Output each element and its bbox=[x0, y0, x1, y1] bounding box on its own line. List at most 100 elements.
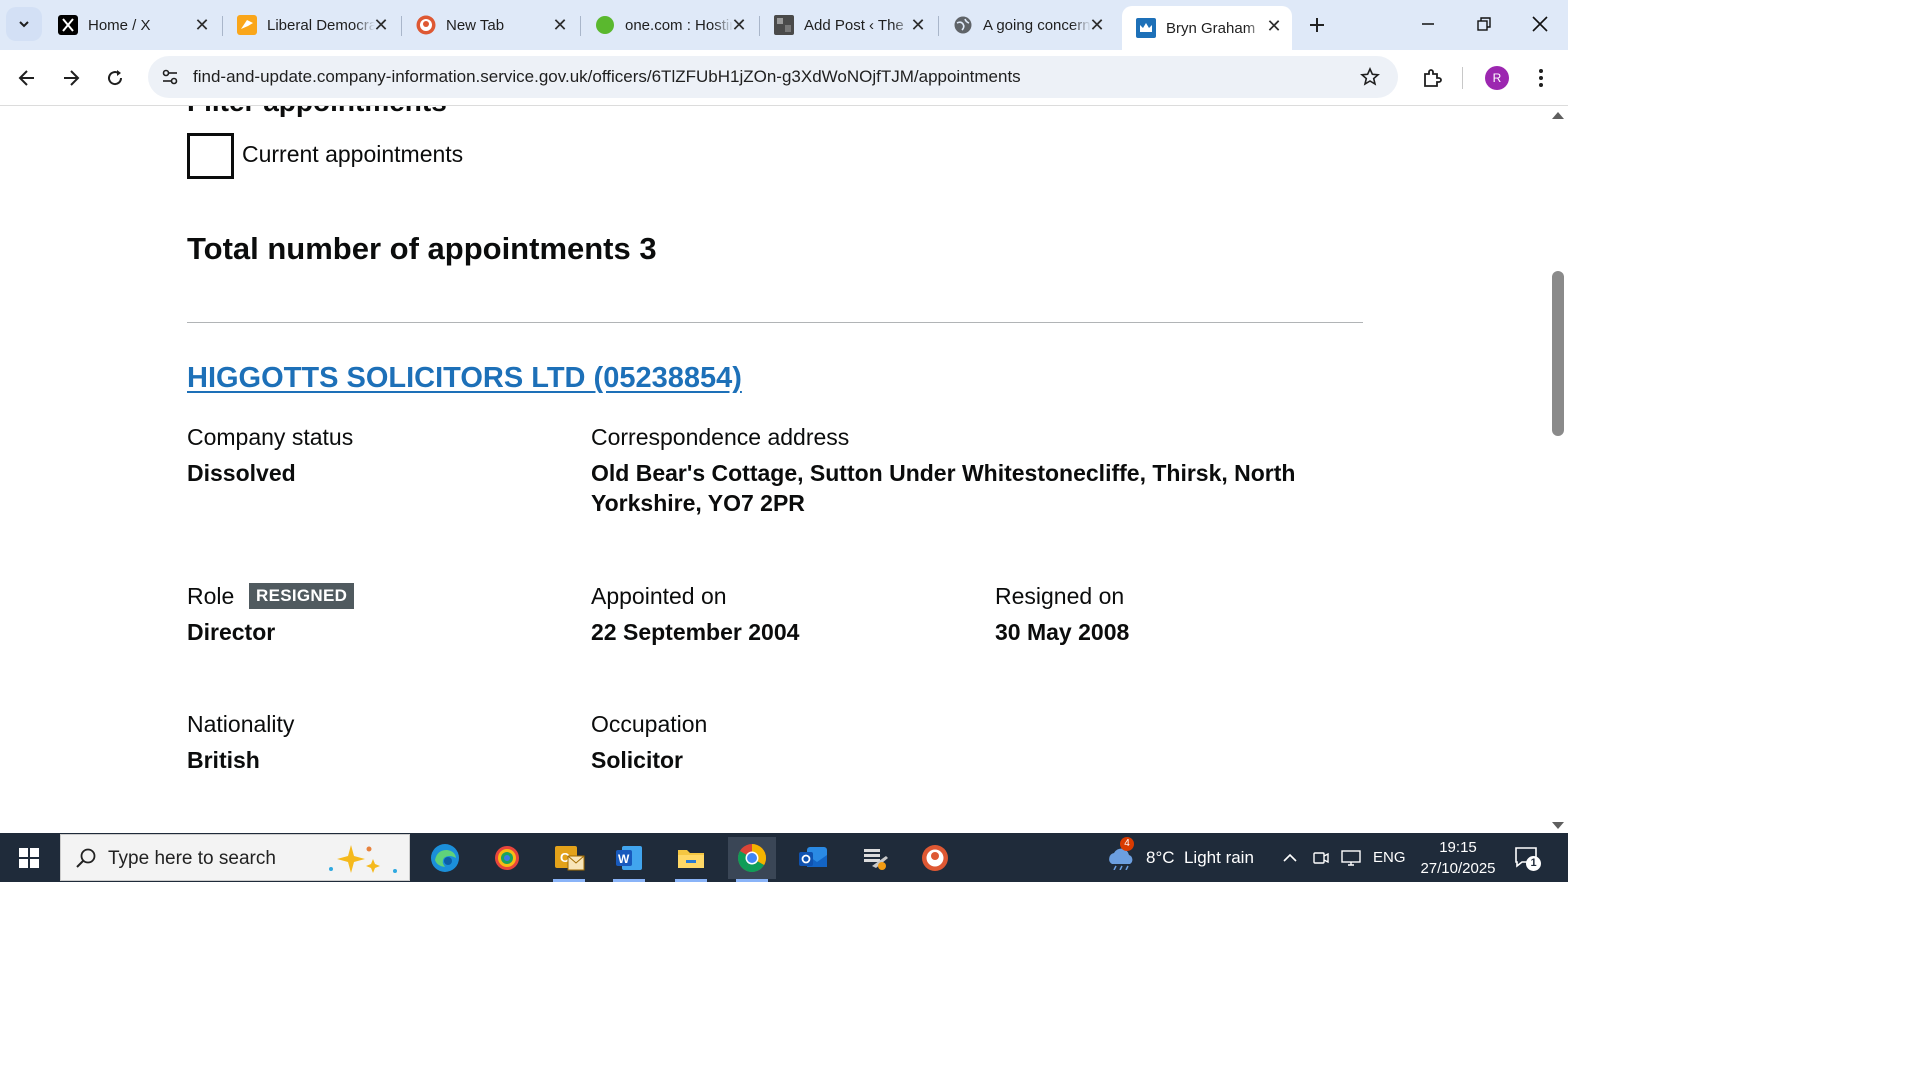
company-status-value: Dissolved bbox=[187, 460, 296, 486]
show-hidden-icons-button[interactable] bbox=[1281, 833, 1299, 882]
running-indicator bbox=[613, 879, 645, 882]
copilot-sparkle-icon bbox=[329, 845, 397, 873]
chrome-icon bbox=[738, 844, 766, 872]
taskbar-file-explorer[interactable] bbox=[667, 837, 715, 882]
status-badge: RESIGNED bbox=[249, 583, 355, 609]
close-tab-icon[interactable]: ✕ bbox=[731, 15, 747, 35]
section-divider bbox=[187, 322, 1363, 323]
tab-one-com[interactable]: one.com : Hosting ✕ bbox=[581, 8, 757, 42]
more-vertical-icon bbox=[1539, 69, 1543, 87]
duckduckgo-icon bbox=[416, 15, 436, 35]
running-indicator bbox=[675, 879, 707, 882]
plus-icon bbox=[1310, 18, 1324, 32]
taskbar-flight-app[interactable] bbox=[850, 837, 898, 879]
minimize-icon bbox=[1422, 23, 1434, 25]
close-tab-icon[interactable]: ✕ bbox=[373, 15, 389, 35]
current-appointments-checkbox[interactable] bbox=[187, 133, 234, 179]
start-button[interactable] bbox=[0, 833, 58, 882]
taskbar-word[interactable]: W bbox=[605, 837, 653, 882]
tab-liberal-democrats[interactable]: Liberal Democrats ✕ bbox=[223, 8, 399, 42]
scrollbar-thumb[interactable] bbox=[1552, 271, 1564, 436]
profile-button[interactable]: R bbox=[1480, 61, 1514, 95]
bookmark-star-icon[interactable] bbox=[1358, 65, 1382, 89]
tab-title: Add Post ‹ The bbox=[804, 16, 904, 34]
tab-title: A going concern bbox=[983, 16, 1091, 34]
resigned-on-value: 30 May 2008 bbox=[995, 619, 1130, 645]
tab-new-tab[interactable]: New Tab ✕ bbox=[402, 8, 578, 42]
globe-icon bbox=[953, 15, 973, 35]
green-dot-icon bbox=[595, 15, 615, 35]
back-button[interactable] bbox=[9, 60, 45, 96]
close-tab-icon[interactable]: ✕ bbox=[194, 15, 210, 35]
resigned-on-label: Resigned on bbox=[995, 583, 1125, 609]
reload-icon bbox=[108, 70, 123, 86]
tab-home-x[interactable]: Home / X ✕ bbox=[44, 8, 220, 42]
chevron-up-icon bbox=[1283, 853, 1297, 862]
menu-button[interactable] bbox=[1524, 61, 1558, 95]
chevron-down-icon bbox=[19, 21, 29, 28]
address-bar[interactable]: find-and-update.company-information.serv… bbox=[148, 56, 1398, 98]
tab-search-button[interactable] bbox=[6, 7, 42, 41]
url-text[interactable]: find-and-update.company-information.serv… bbox=[193, 67, 1021, 87]
tab-going-concern[interactable]: A going concern ✕ bbox=[939, 8, 1115, 42]
company-link[interactable]: HIGGOTTS SOLICITORS LTD (05238854) bbox=[187, 362, 742, 395]
language-indicator[interactable]: ENG bbox=[1373, 833, 1406, 882]
weather-text: 8°C Light rain bbox=[1146, 847, 1254, 867]
role-label: Role bbox=[187, 583, 235, 609]
taskbar-duckduckgo[interactable] bbox=[911, 837, 959, 879]
taskbar-outlook-classic[interactable]: O bbox=[545, 837, 593, 882]
current-appointments-label[interactable]: Current appointments bbox=[242, 141, 463, 168]
windows-logo-icon bbox=[19, 847, 39, 868]
minimize-button[interactable] bbox=[1400, 0, 1456, 48]
taskbar-search-box[interactable]: Type here to search bbox=[60, 834, 410, 881]
scroll-down-arrow-icon[interactable] bbox=[1552, 822, 1564, 829]
network-button[interactable] bbox=[1340, 833, 1362, 882]
notification-icon: 1 bbox=[1514, 846, 1541, 871]
scroll-up-arrow-icon[interactable] bbox=[1552, 112, 1564, 119]
forward-button[interactable] bbox=[53, 60, 89, 96]
reload-button[interactable] bbox=[97, 60, 133, 96]
avatar: R bbox=[1485, 66, 1509, 90]
weather-widget[interactable]: 4 8°C Light rain bbox=[1106, 833, 1254, 882]
notification-count-badge: 1 bbox=[1526, 855, 1541, 871]
photos-icon bbox=[495, 846, 519, 870]
taskbar-chrome[interactable] bbox=[728, 837, 776, 882]
network-monitor-icon bbox=[1341, 849, 1361, 866]
libdem-bird-icon bbox=[237, 15, 257, 35]
close-tab-icon[interactable]: ✕ bbox=[910, 15, 926, 35]
running-indicator bbox=[736, 879, 768, 882]
close-tab-icon[interactable]: ✕ bbox=[1089, 15, 1105, 35]
search-icon bbox=[76, 848, 96, 868]
taskbar-edge[interactable] bbox=[421, 837, 469, 879]
close-tab-icon[interactable]: ✕ bbox=[1266, 16, 1282, 36]
close-window-button[interactable] bbox=[1512, 0, 1568, 48]
notification-center-button[interactable]: 1 bbox=[1514, 833, 1541, 882]
close-tab-icon[interactable]: ✕ bbox=[552, 15, 568, 35]
puzzle-icon bbox=[1424, 69, 1442, 87]
x-logo-icon bbox=[58, 15, 78, 35]
taskbar-outlook-new[interactable] bbox=[789, 837, 837, 879]
new-tab-button[interactable] bbox=[1304, 12, 1330, 38]
arrow-right-icon bbox=[64, 70, 80, 86]
taskbar-photos[interactable] bbox=[483, 837, 531, 879]
extensions-button[interactable] bbox=[1415, 61, 1449, 95]
filter-heading: Filter appointments bbox=[187, 106, 447, 118]
tab-bryn-graham[interactable]: Bryn Graham ✕ bbox=[1122, 6, 1292, 50]
vertical-scrollbar[interactable] bbox=[1548, 106, 1568, 833]
duckduckgo-icon bbox=[922, 845, 948, 871]
restore-button[interactable] bbox=[1456, 0, 1512, 48]
correspondence-address-label: Correspondence address bbox=[591, 424, 850, 450]
close-icon bbox=[1532, 16, 1548, 32]
company-status-label: Company status bbox=[187, 424, 354, 450]
camera-icon bbox=[1313, 851, 1329, 864]
clock[interactable]: 19:15 27/10/2025 bbox=[1415, 837, 1501, 879]
page-content: Filter appointments Current appointments… bbox=[0, 106, 1548, 833]
appointed-on-value: 22 September 2004 bbox=[591, 619, 800, 645]
occupation-value: Solicitor bbox=[591, 747, 684, 773]
meet-now-button[interactable] bbox=[1312, 833, 1330, 882]
appointed-on-label: Appointed on bbox=[591, 583, 727, 609]
tab-strip: Home / X ✕ Liberal Democrats ✕ New Tab ✕… bbox=[0, 0, 1568, 50]
tab-add-post[interactable]: Add Post ‹ The ✕ bbox=[760, 8, 936, 42]
site-settings-icon[interactable] bbox=[158, 65, 182, 89]
site-thumbnail-icon bbox=[774, 15, 794, 35]
